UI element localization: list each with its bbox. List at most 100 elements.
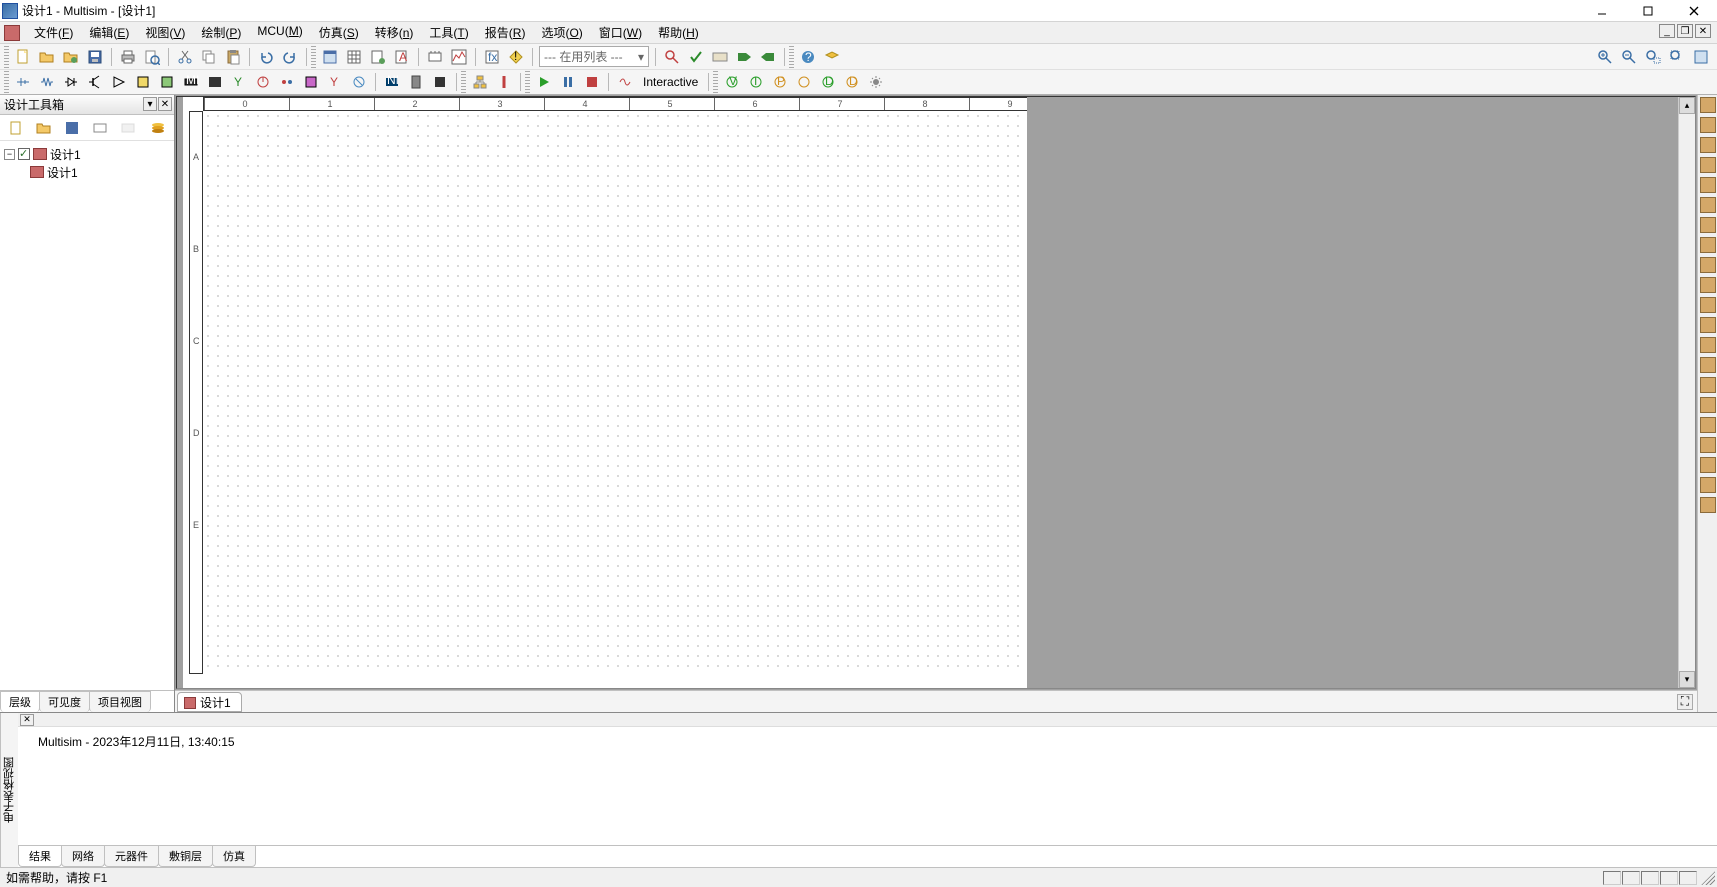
- toolbar-grip[interactable]: [4, 46, 9, 68]
- undo-icon[interactable]: [255, 46, 277, 68]
- panel-close-button[interactable]: ✕: [158, 97, 172, 111]
- open-icon[interactable]: [36, 46, 58, 68]
- iv-analyzer-icon[interactable]: [1700, 297, 1716, 313]
- menu-n[interactable]: 转移(n): [367, 22, 422, 43]
- zoom-in-icon[interactable]: [1594, 46, 1616, 68]
- fullscreen-icon[interactable]: [1690, 46, 1712, 68]
- tektronix-scope-icon[interactable]: [1700, 437, 1716, 453]
- spreadsheet-tab-2[interactable]: 元器件: [104, 846, 159, 867]
- save-icon[interactable]: [84, 46, 106, 68]
- breadboard-icon[interactable]: [709, 46, 731, 68]
- tree-child-item[interactable]: 设计1: [30, 163, 170, 181]
- wattmeter-icon[interactable]: [1700, 137, 1716, 153]
- agilent-generator-icon[interactable]: [1700, 417, 1716, 433]
- diode-icon[interactable]: [60, 71, 82, 93]
- save-design-icon[interactable]: [61, 117, 83, 139]
- misc-icon[interactable]: [276, 71, 298, 93]
- mdi-close-button[interactable]: ✕: [1695, 24, 1711, 38]
- in-use-list-select[interactable]: --- 在用列表 ---▾: [539, 46, 649, 67]
- mcu-icon[interactable]: [429, 71, 451, 93]
- spreadsheet-tab-3[interactable]: 敷铜层: [158, 846, 213, 867]
- menu-h[interactable]: 帮助(H): [650, 22, 707, 43]
- oscilloscope-icon[interactable]: [1700, 157, 1716, 173]
- current-probe-icon[interactable]: [1700, 497, 1716, 513]
- ultiboard-forward-icon[interactable]: [733, 46, 755, 68]
- transistor-icon[interactable]: [84, 71, 106, 93]
- checkbox-icon[interactable]: [18, 148, 30, 160]
- pause-icon[interactable]: [557, 71, 579, 93]
- component-wizard-icon[interactable]: [424, 46, 446, 68]
- toolbar-grip[interactable]: [461, 71, 466, 93]
- netlist-icon[interactable]: [367, 46, 389, 68]
- toolbox-tab-0[interactable]: 层级: [0, 691, 40, 712]
- open-sample-icon[interactable]: [60, 46, 82, 68]
- logic-analyzer-icon[interactable]: [1700, 257, 1716, 273]
- basic-icon[interactable]: [36, 71, 58, 93]
- expand-tabs-button[interactable]: ⛶: [1677, 694, 1693, 710]
- ni-elvis-icon[interactable]: [1700, 477, 1716, 493]
- toolbar-grip[interactable]: [713, 71, 718, 93]
- connector-icon[interactable]: [405, 71, 427, 93]
- rename-icon[interactable]: [89, 117, 111, 139]
- electromech-icon[interactable]: [348, 71, 370, 93]
- document-tab[interactable]: 设计1: [177, 692, 242, 712]
- zoom-fit-icon[interactable]: [1666, 46, 1688, 68]
- grapher-icon[interactable]: [448, 46, 470, 68]
- interactive-mode-icon[interactable]: [614, 71, 636, 93]
- stop-icon[interactable]: [581, 71, 603, 93]
- network-analyzer-icon[interactable]: [1700, 357, 1716, 373]
- close-button[interactable]: [1671, 0, 1717, 22]
- menu-s[interactable]: 仿真(S): [311, 22, 367, 43]
- annotate-icon[interactable]: A: [391, 46, 413, 68]
- tree-root-item[interactable]: − 设计1: [4, 145, 170, 163]
- cut-icon[interactable]: [174, 46, 196, 68]
- word-generator-icon[interactable]: [1700, 237, 1716, 253]
- schematic-canvas[interactable]: 0123456789 ABCDE: [177, 97, 1678, 688]
- menu-t[interactable]: 工具(T): [421, 22, 476, 43]
- spectrum-analyzer-icon[interactable]: [1700, 337, 1716, 353]
- labview-instrument-icon[interactable]: [1700, 457, 1716, 473]
- panel-dropdown-button[interactable]: ▾: [143, 97, 157, 111]
- advanced-icon[interactable]: [300, 71, 322, 93]
- minimize-button[interactable]: [1579, 0, 1625, 22]
- db-browser-icon[interactable]: [319, 46, 341, 68]
- layers-icon[interactable]: [147, 117, 169, 139]
- new-icon[interactable]: [12, 46, 34, 68]
- agilent-multimeter-icon[interactable]: [1700, 397, 1716, 413]
- indicator-icon[interactable]: Y: [228, 71, 250, 93]
- education-icon[interactable]: [821, 46, 843, 68]
- menu-m[interactable]: MCU(M): [249, 22, 310, 43]
- toolbox-tab-2[interactable]: 项目视图: [89, 691, 151, 712]
- misc-digital-icon[interactable]: MISC: [180, 71, 202, 93]
- mdi-restore-button[interactable]: ❐: [1677, 24, 1693, 38]
- spreadsheet-icon[interactable]: [343, 46, 365, 68]
- mdi-minimize-button[interactable]: _: [1659, 24, 1675, 38]
- sim-mode-label[interactable]: Interactive: [637, 75, 704, 89]
- toolbar-grip[interactable]: [4, 71, 9, 93]
- distortion-analyzer-icon[interactable]: [1700, 317, 1716, 333]
- spreadsheet-close-button[interactable]: ✕: [20, 714, 34, 726]
- new-schematic-icon[interactable]: [5, 117, 27, 139]
- resize-grip-icon[interactable]: [1701, 871, 1715, 885]
- toolbox-tab-1[interactable]: 可见度: [39, 691, 90, 712]
- scroll-up-button[interactable]: ▴: [1679, 97, 1695, 114]
- menu-f[interactable]: 文件(F): [26, 22, 81, 43]
- bode-plotter-icon[interactable]: [1700, 197, 1716, 213]
- spreadsheet-tab-4[interactable]: 仿真: [212, 846, 256, 867]
- analog-icon[interactable]: [108, 71, 130, 93]
- spreadsheet-tab-0[interactable]: 结果: [18, 846, 62, 867]
- source-icon[interactable]: [12, 71, 34, 93]
- toolbar-grip[interactable]: [525, 71, 530, 93]
- logic-converter-icon[interactable]: [1700, 277, 1716, 293]
- probe-digital-icon[interactable]: D: [841, 71, 863, 93]
- maximize-button[interactable]: [1625, 0, 1671, 22]
- menu-r[interactable]: 报告(R): [477, 22, 534, 43]
- toolbar-grip[interactable]: [789, 46, 794, 68]
- ultiboard-back-icon[interactable]: [757, 46, 779, 68]
- toolbar-grip[interactable]: [311, 46, 316, 68]
- cmos-icon[interactable]: [156, 71, 178, 93]
- power-icon[interactable]: [252, 71, 274, 93]
- agilent-scope-icon[interactable]: [1700, 377, 1716, 393]
- four-channel-scope-icon[interactable]: [1700, 177, 1716, 193]
- zoom-area-icon[interactable]: [1642, 46, 1664, 68]
